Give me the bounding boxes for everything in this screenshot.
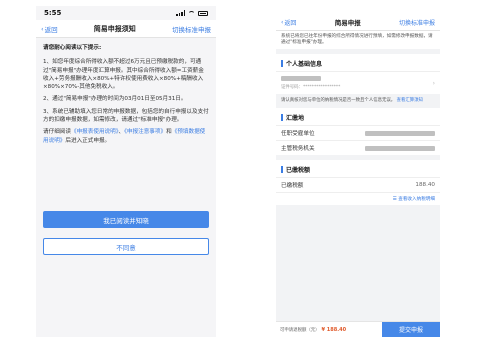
section-marker — [281, 60, 283, 68]
id-number: 证件号码：***************** — [281, 84, 340, 90]
section-marker — [281, 166, 283, 174]
back-button[interactable]: ‹ 返回 — [41, 24, 58, 34]
notice-item-2: 2、通过"简易申报"办理的时间为03月01日至05月31日。 — [43, 96, 187, 103]
prefill-tip: 系统已将您已往年份申报的综合所得情况进行预填，如需修改申报数据，请通过"标准申报… — [276, 31, 440, 50]
tax-office-row[interactable]: 主管税务机关 — [276, 140, 440, 156]
verify-tip-text: 请认真核对您与单位的纳税情况是否一致且个人信息无误。 — [281, 98, 396, 104]
back-label-right: 返回 — [284, 19, 297, 27]
notice-heading: 请您耐心阅读以下提示: — [43, 45, 102, 51]
section-personal-title: 个人基础信息 — [286, 61, 323, 69]
status-icons — [176, 10, 208, 16]
id-info-row[interactable]: 证件号码：***************** › — [276, 71, 440, 94]
paid-tax-card: 已缴税额 已缴税额 188.40 ☰ 查看收入纳税明细 — [276, 160, 440, 206]
disagree-button[interactable]: 不同意 — [43, 238, 209, 255]
status-bar: 5:55 — [36, 6, 216, 20]
chevron-left-icon: ‹ — [281, 18, 284, 26]
detail-link[interactable]: ☰ 查看收入纳税明细 — [393, 196, 435, 202]
section-collection-title: 汇缴地 — [286, 115, 305, 123]
chevron-left-icon: ‹ — [41, 24, 44, 33]
id-label: 证件号码： — [281, 85, 303, 91]
verify-tip: 请认真核对您与单位的纳税情况是否一致且个人信息无误。 查看汇算须知 — [276, 94, 440, 109]
notice-item-4: 请仔细阅读《申报表使用说明》、《申报注意事项》和《预填数据使用说明》后进入正式申… — [43, 128, 209, 145]
bottom-action-bar: 可申请退税额（元） ¥ 188.40 提交申报 — [276, 321, 440, 337]
section-collection: 汇缴地 — [276, 108, 440, 126]
refund-amount: ¥ 188.40 — [321, 326, 347, 333]
chevron-right-icon: › — [432, 79, 435, 87]
notice-text: 请您耐心阅读以下提示: 1、如您年度综合所得收入额不超过6万元且已预缴税款的，可… — [36, 38, 216, 145]
notice-4-suffix: 后进入正式申报。 — [65, 137, 111, 144]
section-paid-tax: 已缴税额 — [276, 160, 440, 178]
notice-item-1: 1、如您年度综合所得收入额不超过6万元且已预缴税款的，可通过"简易申报"办理年度… — [43, 59, 204, 91]
status-time: 5:55 — [44, 9, 62, 17]
tax-office-label: 主管税务机关 — [281, 146, 315, 153]
employer-redacted — [365, 130, 435, 136]
detail-link-label: 查看收入纳税明细 — [398, 197, 435, 203]
refund-summary: 可申请退税额（元） ¥ 188.40 — [276, 327, 382, 333]
name-redacted — [281, 76, 321, 82]
battery-icon — [198, 10, 208, 16]
collection-card: 汇缴地 任职受雇单位 主管税务机关 — [276, 108, 440, 156]
left-phone-screen: 5:55 ‹ 返回 简易申报须知 切换标准申报 请您耐心阅读以下提示: 1、如您… — [36, 6, 216, 337]
id-masked: ***************** — [302, 85, 341, 91]
nav-bar: ‹ 返回 简易申报须知 切换标准申报 — [36, 20, 216, 38]
notice-item-3: 3、系统已辅助填入您日常的申报数据，包括您的自行申报以及支付方的扣缴申报数据，如… — [43, 108, 209, 124]
paid-tax-row: 已缴税额 188.40 — [276, 177, 440, 193]
link-form-instructions[interactable]: 《申报表使用说明》 — [71, 129, 119, 135]
personal-info-card: 个人基础信息 证件号码：***************** › — [276, 54, 440, 95]
refund-label: 可申请退税额（元） — [280, 327, 320, 333]
id-info: 证件号码：***************** — [281, 76, 340, 90]
section-paid-title: 已缴税额 — [286, 167, 311, 175]
employer-row[interactable]: 任职受雇单位 — [276, 125, 440, 141]
notice-4-prefix: 请仔细阅读 — [43, 129, 71, 136]
paid-tax-value: 188.40 — [415, 182, 435, 189]
view-notice-link[interactable]: 查看汇算须知 — [397, 98, 423, 103]
section-marker — [281, 114, 283, 122]
back-label: 返回 — [44, 25, 58, 34]
signal-icon — [176, 10, 185, 16]
switch-standard-button-right[interactable]: 切换标准申报 — [399, 18, 435, 27]
switch-standard-button[interactable]: 切换标准申报 — [172, 24, 211, 34]
page-title: 简易申报须知 — [93, 24, 136, 33]
submit-button[interactable]: 提交申报 — [382, 321, 440, 337]
employer-label: 任职受雇单位 — [281, 131, 315, 138]
tax-office-redacted — [365, 145, 435, 151]
section-personal-info: 个人基础信息 — [276, 54, 440, 72]
nav-bar-right: ‹ 返回 简易申报 切换标准申报 — [276, 14, 440, 31]
wifi-icon — [188, 10, 195, 16]
paid-tax-label: 已缴税额 — [281, 183, 304, 190]
link-filing-notes[interactable]: 《申报注意事项》 — [124, 129, 166, 135]
agree-button[interactable]: 我已阅读并知晓 — [43, 211, 209, 228]
back-button-right[interactable]: ‹ 返回 — [281, 18, 296, 27]
page-title-right: 简易申报 — [334, 19, 361, 27]
detail-link-row: ☰ 查看收入纳税明细 — [276, 192, 440, 206]
right-phone-screen: ‹ 返回 简易申报 切换标准申报 系统已将您已往年份申报的综合所得情况进行预填，… — [276, 14, 440, 337]
